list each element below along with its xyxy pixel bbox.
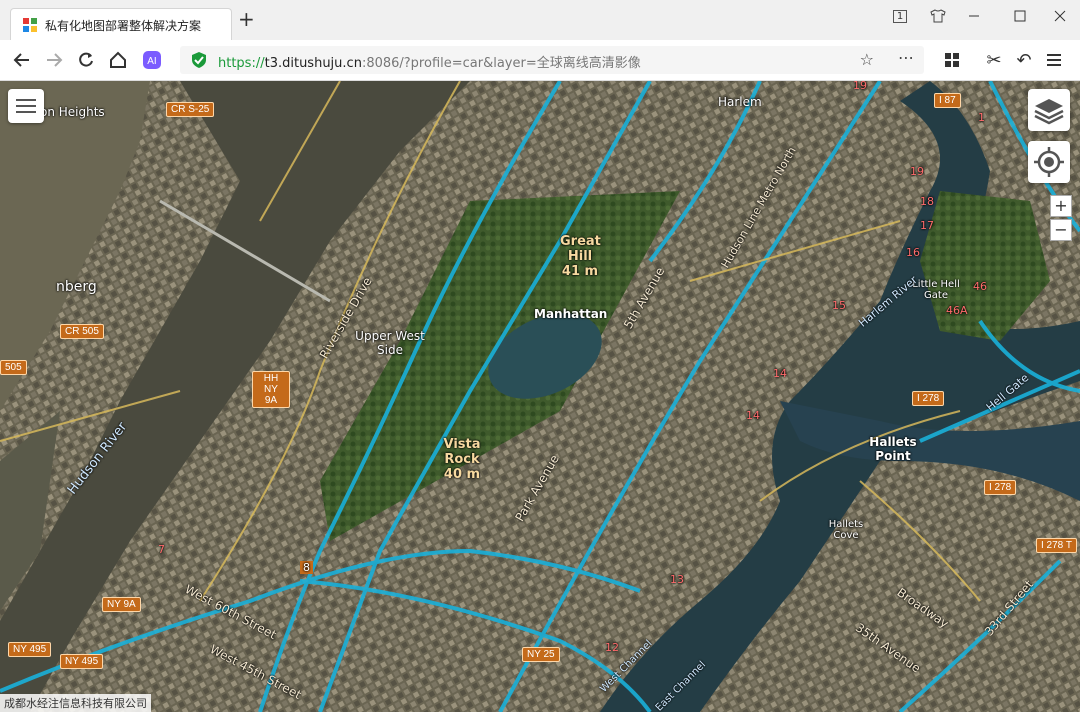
tab-bar: 私有化地图部署整体解决方案 + 1 — [0, 0, 1080, 41]
road-shield: HH NY 9A — [252, 371, 290, 408]
address-bar[interactable]: https://t3.ditushuju.cn:8086/?profile=ca… — [180, 46, 924, 74]
reload-icon[interactable] — [74, 48, 98, 72]
minimize-icon[interactable] — [956, 0, 992, 32]
road-shield: CR 505 — [60, 324, 104, 339]
road-shield: NY 9A — [102, 597, 141, 612]
exit-number: 15 — [832, 299, 846, 312]
exit-number: 8 — [300, 561, 313, 574]
back-arrow-icon[interactable] — [10, 48, 34, 72]
exit-number: 14 — [746, 409, 760, 422]
poi-great-hill: Great Hill 41 m — [560, 234, 601, 279]
place-label-hallets-point: Hallets Point — [869, 435, 917, 463]
road-shield: CR S-25 — [166, 102, 215, 117]
shirt-icon[interactable] — [920, 0, 956, 32]
road-shield: I 87 — [934, 93, 961, 108]
exit-number: 14 — [773, 367, 787, 380]
browser-toolbar: AI https://t3.ditushuju.cn:8086/?profile… — [0, 40, 1080, 81]
exit-number: 17 — [920, 219, 934, 232]
road-shield: I 278 T — [1036, 538, 1077, 553]
zoom-out-button[interactable]: − — [1050, 219, 1072, 241]
map-attribution: 成都水经注信息科技有限公司 — [0, 694, 151, 712]
main-menu-icon[interactable] — [1042, 48, 1066, 72]
extensions-grid-icon[interactable] — [940, 48, 964, 72]
tab-count-icon[interactable]: 1 — [882, 0, 918, 32]
road-shield: 505 — [0, 360, 27, 375]
tab-title: 私有化地图部署整体解决方案 — [45, 19, 202, 33]
place-label-harlem: Harlem — [718, 95, 762, 109]
exit-number: 19 — [853, 81, 867, 92]
place-label-hallets-cove: Hallets Cove — [828, 519, 864, 541]
road-shield: NY 25 — [522, 647, 560, 662]
road-shield: NY 495 — [8, 642, 52, 657]
bookmark-star-icon[interactable]: ☆ — [860, 50, 874, 69]
secure-shield-icon — [192, 52, 206, 68]
scissors-icon[interactable]: ✂ — [982, 48, 1006, 72]
exit-number: 1 — [978, 111, 985, 124]
ai-assistant-icon[interactable]: AI — [140, 48, 164, 72]
poi-vista-rock: Vista Rock 40 m — [443, 437, 481, 482]
forward-arrow-icon[interactable] — [42, 48, 66, 72]
road-shield: I 278 — [984, 480, 1017, 495]
url-text: https://t3.ditushuju.cn:8086/?profile=ca… — [218, 56, 641, 71]
site-favicon-icon — [23, 18, 37, 32]
place-label-nberg: nberg — [56, 279, 97, 295]
layers-button[interactable] — [1028, 89, 1070, 131]
browser-tab[interactable]: 私有化地图部署整体解决方案 — [10, 8, 232, 40]
layers-icon — [1034, 99, 1064, 125]
locate-button[interactable] — [1028, 141, 1070, 183]
map-menu-button[interactable] — [8, 89, 44, 123]
exit-number: 12 — [605, 641, 619, 654]
place-label-manhattan: Manhattan — [534, 307, 608, 321]
new-tab-button[interactable]: + — [238, 9, 255, 29]
road-shield: I 278 — [912, 391, 945, 406]
exit-number: 16 — [906, 246, 920, 259]
exit-number: 18 — [920, 195, 934, 208]
exit-number: 46 — [973, 280, 987, 293]
undo-icon[interactable]: ↶ — [1012, 48, 1036, 72]
home-icon[interactable] — [106, 48, 130, 72]
maximize-icon[interactable] — [1002, 0, 1038, 32]
close-window-icon[interactable] — [1042, 0, 1078, 32]
crosshair-icon — [1034, 147, 1064, 177]
road-shield: NY 495 — [60, 654, 104, 669]
place-label-heights: on Heights — [40, 105, 105, 119]
place-label-upper-west-side: Upper West Side — [355, 329, 425, 357]
svg-text:AI: AI — [147, 56, 156, 67]
exit-number: 19 — [910, 165, 924, 178]
exit-number: 46A — [946, 304, 968, 317]
exit-number: 13 — [670, 573, 684, 586]
map-view[interactable]: Harlem Manhattan Upper West Side Hallets… — [0, 81, 1080, 712]
exit-number: 7 — [158, 543, 165, 556]
more-dots-icon[interactable]: ⋯ — [898, 48, 914, 67]
zoom-in-button[interactable]: + — [1050, 195, 1072, 217]
